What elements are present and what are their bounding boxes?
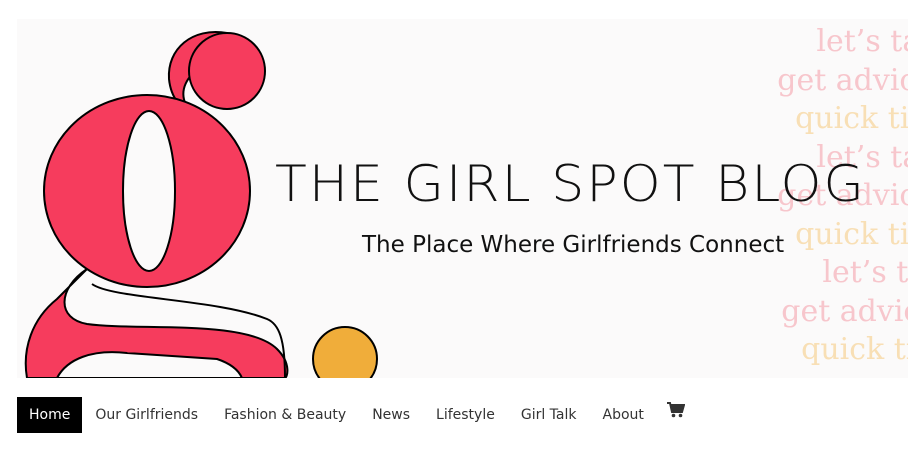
- nav-item-lifestyle[interactable]: Lifestyle: [423, 397, 508, 433]
- nav-item-news[interactable]: News: [359, 397, 423, 433]
- nav-item-fashion-beauty[interactable]: Fashion & Beauty: [211, 397, 359, 433]
- cart-button[interactable]: [657, 392, 695, 428]
- nav-item-about[interactable]: About: [590, 397, 657, 433]
- site-title[interactable]: THE GIRL SPOT BLOG: [275, 155, 866, 213]
- site-header-banner[interactable]: let’s talk get advice quick tips let’s t…: [17, 19, 908, 378]
- nav-item-girl-talk[interactable]: Girl Talk: [508, 397, 590, 433]
- site-tagline: The Place Where Girlfriends Connect: [362, 232, 785, 258]
- nav-item-home[interactable]: Home: [17, 397, 83, 433]
- nav-item-our-girlfriends[interactable]: Our Girlfriends: [82, 397, 211, 433]
- main-navigation: Home Our Girlfriends Fashion & Beauty Ne…: [17, 397, 695, 433]
- shopping-cart-icon: [666, 402, 685, 418]
